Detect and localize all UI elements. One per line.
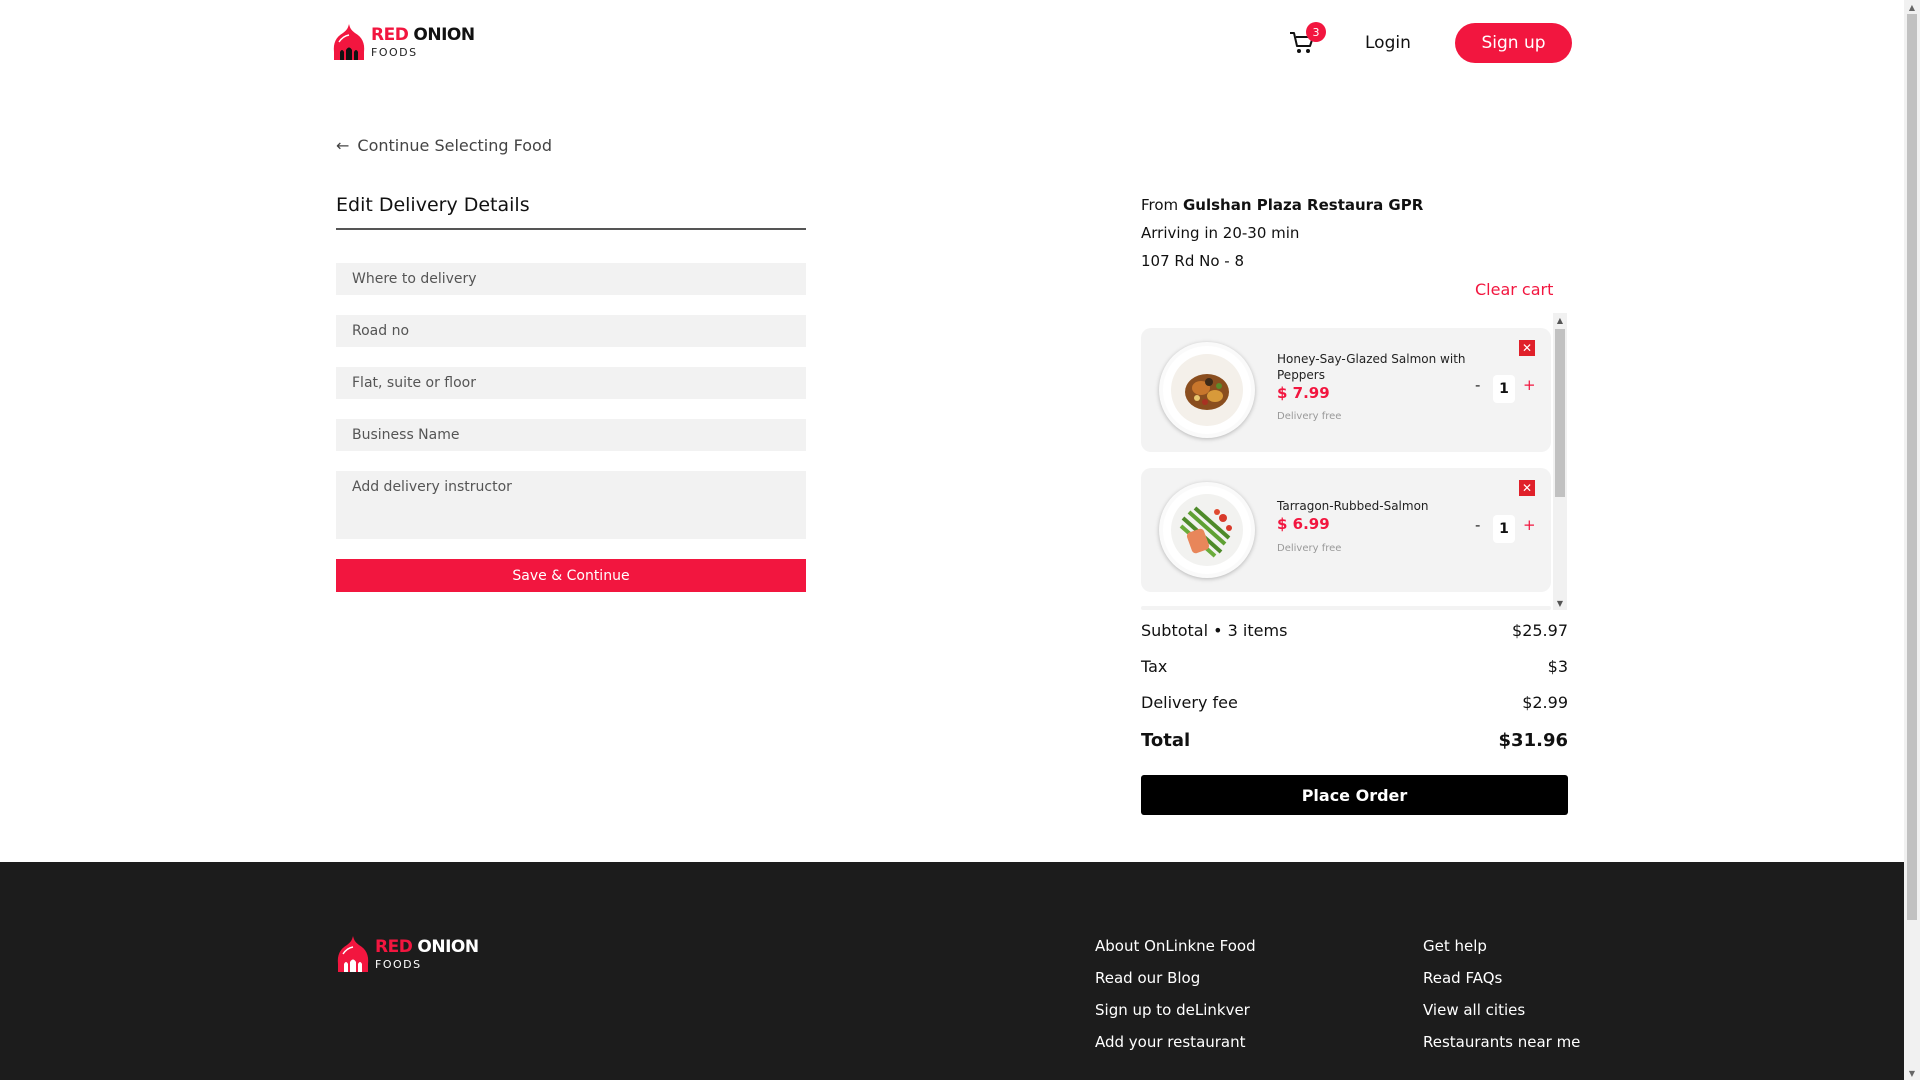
qty-increase-button[interactable]: + <box>1523 516 1536 534</box>
qty-increase-button[interactable]: + <box>1523 376 1536 394</box>
food-image <box>1159 482 1255 578</box>
subtotal-value: $25.97 <box>1512 621 1568 640</box>
cart-count-badge: 3 <box>1306 22 1326 42</box>
tax-row: Tax $3 <box>1141 657 1568 676</box>
delivery-fee-value: $2.99 <box>1522 693 1568 712</box>
place-order-button[interactable]: Place Order <box>1141 775 1568 815</box>
cart-button[interactable]: 3 <box>1288 22 1326 60</box>
delivery-location-input[interactable] <box>336 263 806 295</box>
total-row: Total $31.96 <box>1141 730 1568 751</box>
continue-selecting-link[interactable]: ← Continue Selecting Food <box>336 136 552 155</box>
footer-link-about[interactable]: About OnLinkne Food <box>1095 937 1256 955</box>
scroll-down-icon[interactable]: ▼ <box>1904 1066 1920 1080</box>
cart-scrollbar[interactable]: ▲ ▼ <box>1553 313 1567 610</box>
delivery-fee-row: Delivery fee $2.99 <box>1141 693 1568 712</box>
cart-item-list: Honey-Say-Glazed Salmon with Peppers $ 7… <box>1141 313 1568 610</box>
cart-item-partial <box>1141 606 1551 610</box>
subtotal-row: Subtotal • 3 items $25.97 <box>1141 621 1568 640</box>
footer-link-restaurants-near[interactable]: Restaurants near me <box>1423 1033 1580 1051</box>
business-name-input[interactable] <box>336 419 806 451</box>
form-title-divider <box>336 228 806 230</box>
scroll-up-icon[interactable]: ▲ <box>1553 313 1567 327</box>
footer-link-blog[interactable]: Read our Blog <box>1095 969 1200 987</box>
onion-logo-icon <box>333 24 365 60</box>
qty-value: 1 <box>1493 515 1515 543</box>
brand-logo[interactable]: RED ONION FOODS <box>331 22 475 62</box>
delivery-instructions-input[interactable] <box>336 471 806 539</box>
page-scrollbar[interactable]: ▲ ▼ <box>1904 0 1920 1080</box>
food-image <box>1159 342 1255 438</box>
cart-scroll-thumb[interactable] <box>1555 329 1565 497</box>
footer-link-help[interactable]: Get help <box>1423 937 1487 955</box>
brand-name-red: RED <box>375 936 413 957</box>
item-name: Honey-Say-Glazed Salmon with Peppers <box>1277 352 1466 382</box>
item-delivery-note: Delivery free <box>1277 411 1342 422</box>
footer-link-signup[interactable]: Sign up to deLinkver <box>1095 1001 1250 1019</box>
qty-value: 1 <box>1493 375 1515 403</box>
footer-brand-logo[interactable]: RED ONION FOODS <box>335 934 479 974</box>
cart-item: Honey-Say-Glazed Salmon with Peppers $ 7… <box>1141 328 1551 452</box>
brand-sub: FOODS <box>371 45 418 59</box>
arriving-time: Arriving in 20-30 min <box>1141 224 1300 242</box>
tax-label: Tax <box>1141 657 1168 676</box>
total-value: $31.96 <box>1498 730 1568 751</box>
footer: RED ONION FOODS About OnLinkne Food Read… <box>0 862 1904 1080</box>
delivery-fee-label: Delivery fee <box>1141 693 1238 712</box>
total-label: Total <box>1141 730 1191 751</box>
flat-input[interactable] <box>336 367 806 399</box>
delivery-address: 107 Rd No - 8 <box>1141 252 1245 270</box>
scroll-up-icon[interactable]: ▲ <box>1904 0 1920 14</box>
brand-name-red: RED <box>371 24 409 45</box>
restaurant-line: From Gulshan Plaza Restaura GPR <box>1141 196 1423 214</box>
footer-link-faqs[interactable]: Read FAQs <box>1423 969 1502 987</box>
footer-link-cities[interactable]: View all cities <box>1423 1001 1525 1019</box>
item-price: $ 6.99 <box>1277 515 1330 533</box>
brand-name-black: ONION <box>413 24 475 45</box>
onion-logo-icon <box>337 936 369 972</box>
brand-sub: FOODS <box>375 957 422 971</box>
subtotal-label: Subtotal <box>1141 621 1209 640</box>
close-icon: ✕ <box>1521 481 1533 495</box>
tax-value: $3 <box>1547 657 1568 676</box>
cart-item: Tarragon-Rubbed-Salmon $ 6.99 Delivery f… <box>1141 468 1551 592</box>
form-title: Edit Delivery Details <box>336 194 530 216</box>
login-link[interactable]: Login <box>1365 33 1411 53</box>
signup-button[interactable]: Sign up <box>1455 23 1572 63</box>
subtotal-items: • 3 items <box>1213 621 1288 640</box>
clear-cart-link[interactable]: Clear cart <box>1475 280 1553 299</box>
item-price: $ 7.99 <box>1277 384 1330 402</box>
qty-decrease-button[interactable]: - <box>1475 516 1480 534</box>
from-prefix: From <box>1141 196 1179 214</box>
scroll-down-icon[interactable]: ▼ <box>1553 596 1567 610</box>
item-delivery-note: Delivery free <box>1277 543 1342 554</box>
item-name: Tarragon-Rubbed-Salmon <box>1277 499 1429 513</box>
qty-decrease-button[interactable]: - <box>1475 376 1480 394</box>
footer-link-add-restaurant[interactable]: Add your restaurant <box>1095 1033 1246 1051</box>
continue-selecting-label: Continue Selecting Food <box>357 136 552 155</box>
remove-item-button[interactable]: ✕ <box>1519 340 1535 356</box>
road-no-input[interactable] <box>336 315 806 347</box>
remove-item-button[interactable]: ✕ <box>1519 480 1535 496</box>
arrow-left-icon: ← <box>336 136 350 155</box>
restaurant-name: Gulshan Plaza Restaura GPR <box>1182 196 1424 214</box>
save-continue-button[interactable]: Save & Continue <box>336 559 806 592</box>
close-icon: ✕ <box>1521 341 1533 355</box>
page-scroll-thumb[interactable] <box>1907 14 1917 920</box>
brand-name-black: ONION <box>417 936 479 957</box>
page: RED ONION FOODS 3 Login Sign up ← Contin… <box>0 0 1904 1080</box>
